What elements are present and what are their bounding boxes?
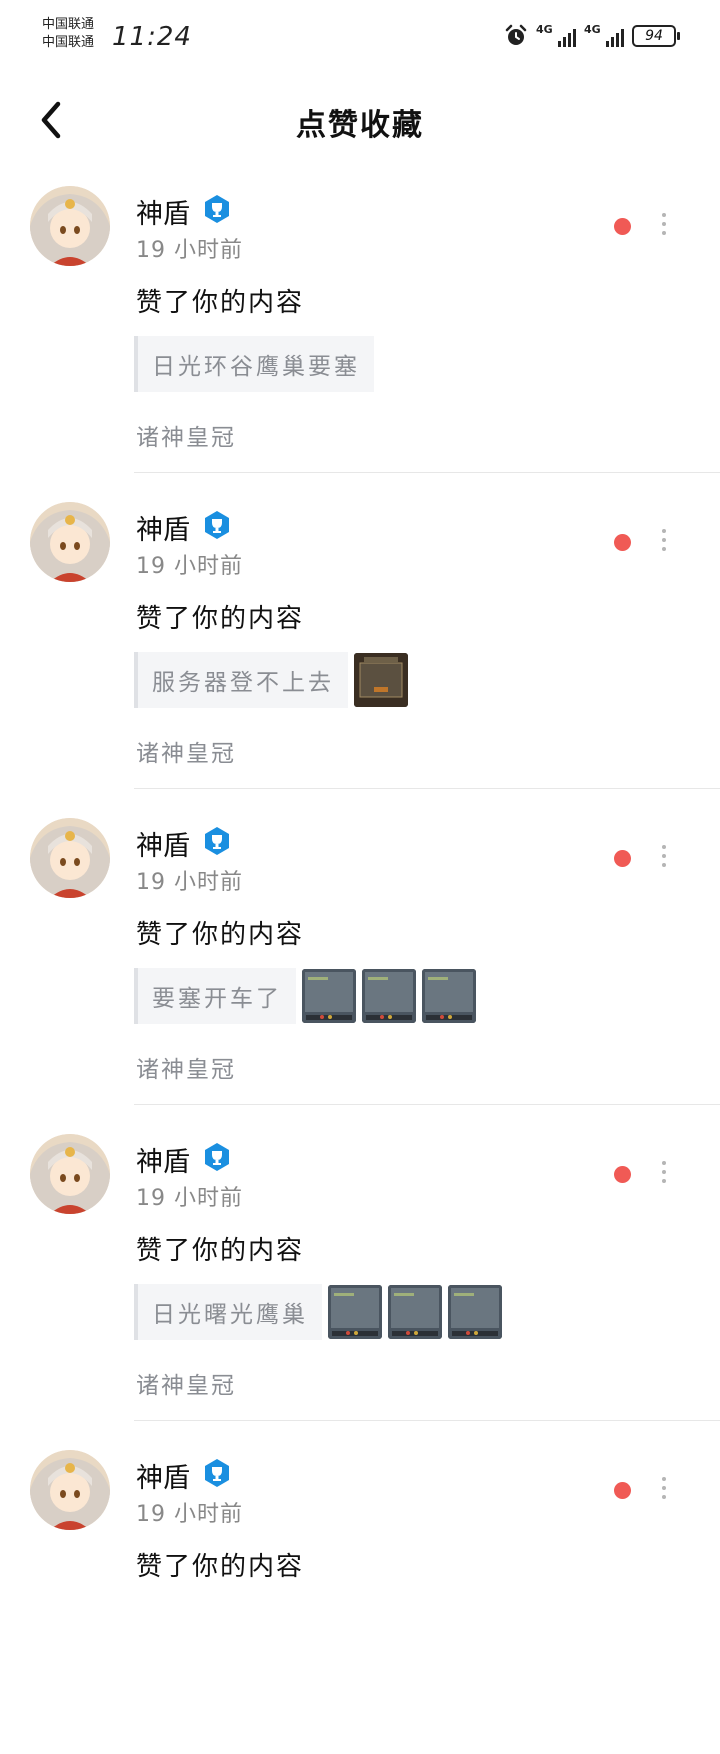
avatar[interactable] (30, 186, 110, 266)
avatar[interactable] (30, 818, 110, 898)
carrier-2: 中国联通 (42, 35, 95, 50)
status-bar: 中国联通 中国联通 11:24 4G 4G 94 (0, 0, 720, 72)
post-title: 要塞开车了 (134, 968, 296, 1024)
post-preview[interactable]: 服务器登不上去 (134, 652, 408, 708)
post-preview[interactable]: 日光曙光鹰巢 (134, 1284, 502, 1340)
more-options-button[interactable] (654, 842, 674, 876)
timestamp: 19 小时前 (136, 1502, 243, 1527)
community-name[interactable]: 诸神皇冠 (136, 734, 236, 768)
post-title: 服务器登不上去 (134, 652, 348, 708)
more-options-button[interactable] (654, 526, 674, 560)
action-text: 赞了你的内容 (136, 1236, 305, 1266)
signal-2-type: 4G (584, 23, 601, 36)
divider (134, 1420, 720, 1421)
post-preview[interactable]: 日光环谷鹰巢要塞 (134, 336, 374, 392)
avatar[interactable] (30, 1134, 110, 1214)
timestamp: 19 小时前 (136, 870, 243, 895)
notification-item[interactable]: 神盾 19 小时前 赞了你的内容 (0, 1438, 720, 1754)
username[interactable]: 神盾 (136, 1456, 190, 1495)
notification-item[interactable]: 神盾 19 小时前 赞了你的内容 日光曙光鹰巢 诸神皇冠 (0, 1122, 720, 1438)
signal-1-icon: 4G (536, 23, 576, 47)
unread-dot (614, 1482, 631, 1499)
post-thumbnail (448, 1285, 502, 1339)
alarm-icon (505, 24, 527, 45)
status-icons: 4G 4G 94 (504, 22, 680, 50)
trophy-badge-icon (205, 1459, 229, 1487)
divider (134, 788, 720, 789)
action-text: 赞了你的内容 (136, 288, 305, 318)
post-thumbnail (362, 969, 416, 1023)
username[interactable]: 神盾 (136, 192, 190, 231)
action-text: 赞了你的内容 (136, 1552, 305, 1582)
more-options-button[interactable] (654, 210, 674, 244)
action-text: 赞了你的内容 (136, 604, 305, 634)
status-time: 11:24 (112, 22, 192, 52)
notification-item[interactable]: 神盾 19 小时前 赞了你的内容 服务器登不上去 诸神皇冠 (0, 490, 720, 806)
more-options-button[interactable] (654, 1474, 674, 1508)
community-name[interactable]: 诸神皇冠 (136, 1366, 236, 1400)
unread-dot (614, 850, 631, 867)
more-options-button[interactable] (654, 1158, 674, 1192)
action-text: 赞了你的内容 (136, 920, 305, 950)
post-thumbnail (354, 653, 408, 707)
username[interactable]: 神盾 (136, 508, 190, 547)
post-preview[interactable]: 要塞开车了 (134, 968, 476, 1024)
avatar[interactable] (30, 502, 110, 582)
carrier-info: 中国联通 中国联通 (42, 16, 94, 52)
page-title: 点赞收藏 (296, 108, 424, 143)
post-thumbnail (302, 969, 356, 1023)
notification-item[interactable]: 神盾 19 小时前 赞了你的内容 要塞开车了 诸神皇冠 (0, 806, 720, 1122)
username[interactable]: 神盾 (136, 824, 190, 863)
timestamp: 19 小时前 (136, 238, 243, 263)
unread-dot (614, 534, 631, 551)
post-title: 日光环谷鹰巢要塞 (134, 336, 374, 392)
divider (134, 472, 720, 473)
avatar[interactable] (30, 1450, 110, 1530)
divider (134, 1104, 720, 1105)
app-header: 点赞收藏 (0, 80, 720, 160)
trophy-badge-icon (205, 1143, 229, 1171)
post-thumbnail (422, 969, 476, 1023)
notification-list: 神盾 19 小时前 赞了你的内容 日光环谷鹰巢要塞 诸神皇冠 神盾 19 小时前… (0, 174, 720, 1754)
username[interactable]: 神盾 (136, 1140, 190, 1179)
post-title: 日光曙光鹰巢 (134, 1284, 322, 1340)
trophy-badge-icon (205, 511, 229, 539)
carrier-1: 中国联通 (42, 17, 95, 32)
timestamp: 19 小时前 (136, 554, 243, 579)
trophy-badge-icon (205, 827, 229, 855)
battery-icon: 94 (632, 25, 680, 47)
community-name[interactable]: 诸神皇冠 (136, 418, 236, 452)
signal-2-icon: 4G (584, 23, 624, 47)
community-name[interactable]: 诸神皇冠 (136, 1050, 236, 1084)
unread-dot (614, 1166, 631, 1183)
post-thumbnail (328, 1285, 382, 1339)
notification-item[interactable]: 神盾 19 小时前 赞了你的内容 日光环谷鹰巢要塞 诸神皇冠 (0, 174, 720, 490)
unread-dot (614, 218, 631, 235)
timestamp: 19 小时前 (136, 1186, 243, 1211)
post-thumbnail (388, 1285, 442, 1339)
trophy-badge-icon (205, 195, 229, 223)
signal-1-type: 4G (536, 23, 553, 36)
